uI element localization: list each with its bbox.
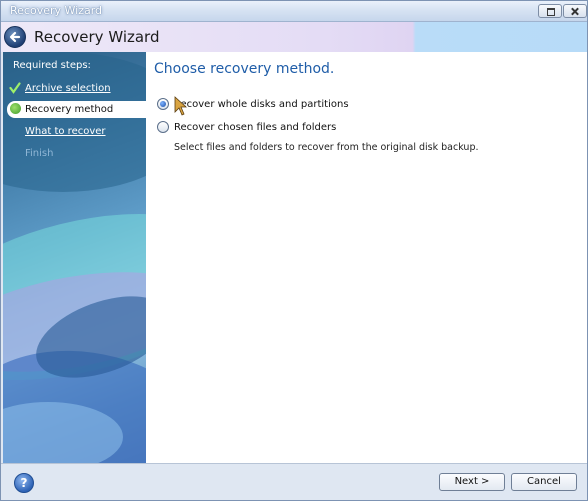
window-title: Recovery Wizard [10,4,103,17]
option-description: Select files and folders to recover from… [174,142,479,153]
radio-whole-disks[interactable] [157,98,169,110]
cancel-button[interactable]: Cancel [511,473,577,491]
next-button[interactable]: Next > [439,473,505,491]
step-archive-selection[interactable]: Archive selection [25,83,111,94]
title-bar: Recovery Wizard [1,1,587,22]
decorative-swirl [3,52,146,192]
checkmark-icon [9,82,21,94]
steps-sidebar: Required steps: Archive selection Recove… [3,52,146,463]
mouse-cursor-icon [174,96,188,116]
required-steps-label: Required steps: [13,60,91,71]
option-label-files-folders[interactable]: Recover chosen files and folders [174,122,336,133]
step-what-to-recover[interactable]: What to recover [25,126,106,137]
restore-button[interactable] [538,4,562,18]
option-label-whole-disks[interactable]: Recover whole disks and partitions [174,99,349,110]
close-button[interactable] [563,4,587,18]
wizard-footer: ? Next > Cancel [1,463,587,500]
step-recovery-method: Recovery method [25,104,114,115]
radio-files-folders[interactable] [157,121,169,133]
page-title: Recovery Wizard [34,28,160,46]
recovery-wizard-window: Recovery Wizard Recovery Wizard Required… [0,0,588,501]
back-arrow-icon[interactable] [4,26,26,48]
section-title: Choose recovery method. [154,61,335,77]
current-step-arrow-icon [10,103,21,114]
help-icon[interactable]: ? [14,473,34,493]
main-panel: Choose recovery method. Recover whole di… [146,52,587,463]
step-finish: Finish [25,148,54,159]
